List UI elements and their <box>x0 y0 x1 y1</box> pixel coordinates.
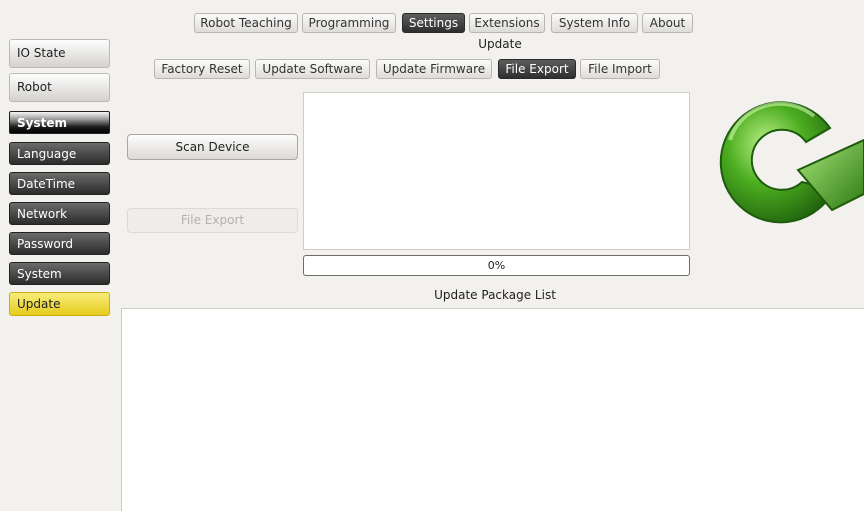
subtab-update-firmware[interactable]: Update Firmware <box>376 59 492 79</box>
tab-about[interactable]: About <box>642 13 693 33</box>
section-title: Update <box>478 37 522 51</box>
sidebar-item-language[interactable]: Language <box>9 142 110 165</box>
progress-label: 0% <box>487 259 506 272</box>
sidebar-item-network[interactable]: Network <box>9 202 110 225</box>
tab-settings[interactable]: Settings <box>402 13 465 33</box>
subtab-update-software[interactable]: Update Software <box>255 59 370 79</box>
tab-robot-teaching[interactable]: Robot Teaching <box>194 13 298 33</box>
sidebar-system-header[interactable]: System <box>9 111 110 134</box>
refresh-arrow-icon <box>719 101 864 224</box>
sidebar-io-state[interactable]: IO State <box>9 39 110 68</box>
scan-device-button[interactable]: Scan Device <box>127 134 298 160</box>
sidebar-robot[interactable]: Robot <box>9 73 110 102</box>
tab-extensions[interactable]: Extensions <box>469 13 545 33</box>
subtab-factory-reset[interactable]: Factory Reset <box>154 59 250 79</box>
device-list-box[interactable] <box>303 92 690 250</box>
file-export-button[interactable]: File Export <box>127 208 298 233</box>
progress-bar: 0% <box>303 255 690 276</box>
sidebar-item-datetime[interactable]: DateTime <box>9 172 110 195</box>
subtab-file-import[interactable]: File Import <box>580 59 660 79</box>
package-list-title: Update Package List <box>434 288 556 302</box>
tab-system-info[interactable]: System Info <box>551 13 638 33</box>
sidebar-item-update[interactable]: Update <box>9 292 110 316</box>
sidebar-item-password[interactable]: Password <box>9 232 110 255</box>
subtab-file-export[interactable]: File Export <box>498 59 576 79</box>
package-list-box[interactable] <box>121 308 864 511</box>
tab-programming[interactable]: Programming <box>302 13 396 33</box>
sidebar-item-system[interactable]: System <box>9 262 110 285</box>
